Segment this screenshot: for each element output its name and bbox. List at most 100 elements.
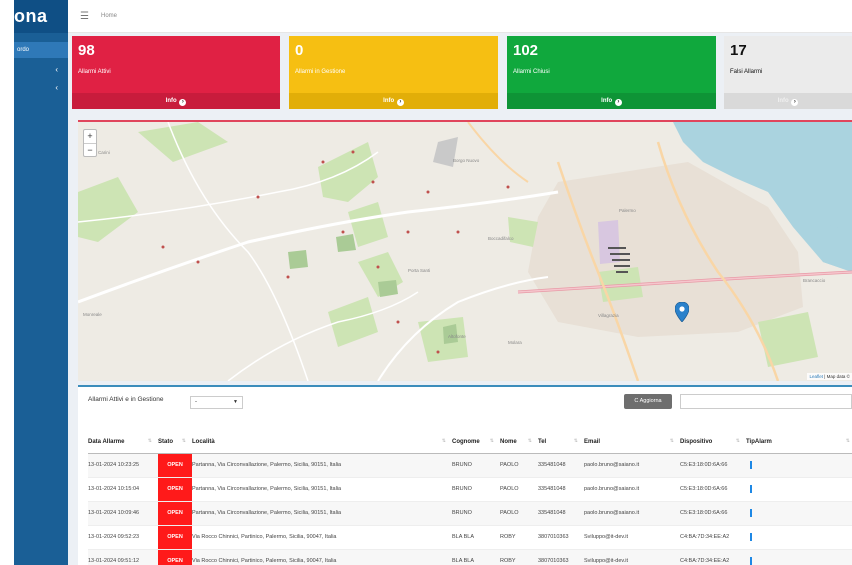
stat-value: 98	[78, 42, 95, 59]
column-label: Cognome	[452, 439, 480, 446]
svg-text:Molara: Molara	[508, 340, 522, 345]
cell-email: paolo.bruno@saiano.it	[584, 501, 680, 526]
stat-box-closed-alarms: 102 Allarmi Chiusi Info ›	[507, 36, 716, 109]
cell-name: PAOLO	[500, 477, 538, 502]
column-label: Tel	[538, 439, 547, 446]
zoom-control: + −	[83, 129, 97, 157]
zoom-out-button[interactable]: −	[84, 143, 96, 156]
cell-email: Sviluppo@it-dev.it	[584, 549, 680, 565]
map-marker-icon[interactable]	[675, 302, 689, 322]
top-navbar: ☰ Home	[68, 0, 852, 33]
column-header-name[interactable]: Nome ⇅	[500, 432, 538, 454]
cell-location: Via Rocco Chinnici, Partinico, Palermo, …	[192, 549, 452, 565]
stat-info-link[interactable]: Info ›	[72, 93, 280, 109]
alarm-type-indicator	[750, 557, 752, 565]
stat-info-link[interactable]: Info ›	[724, 93, 852, 109]
column-header-location[interactable]: Località ⇅	[192, 432, 452, 454]
column-header-state[interactable]: Stato ⇅	[158, 432, 192, 454]
stat-label: Allarmi Chiusi	[513, 69, 550, 75]
table-row[interactable]: 13-01-2024 09:52:23 OPEN Via Rocco Chinn…	[88, 525, 852, 550]
column-header-device[interactable]: Dispositivo ⇅	[680, 432, 746, 454]
sort-icon: ⇅	[527, 438, 532, 444]
cell-date: 13-01-2024 10:09:46	[88, 501, 158, 526]
cell-phone: 3807010363	[538, 549, 584, 565]
stat-value: 17	[730, 42, 747, 59]
sort-icon: ⇅	[441, 438, 446, 444]
sort-icon: ⇅	[845, 438, 850, 444]
cell-alarm-type	[746, 549, 852, 565]
svg-text:Carini: Carini	[98, 150, 110, 155]
info-link-label: Info	[383, 98, 395, 104]
table-row[interactable]: 13-01-2024 10:09:46 OPEN Partanna, Via C…	[88, 501, 852, 526]
svg-text:Boccadifalco: Boccadifalco	[488, 236, 514, 241]
cell-email: paolo.bruno@saiano.it	[584, 453, 680, 478]
search-input[interactable]	[680, 394, 852, 409]
filter-select[interactable]: - ▼	[190, 396, 243, 409]
leaflet-link[interactable]: Leaflet	[809, 374, 823, 379]
panel-title: Allarmi Attivi e in Gestione	[88, 396, 164, 403]
arrow-circle-right-icon: ›	[179, 99, 187, 106]
info-link-label: Info	[777, 98, 789, 104]
stat-box-active-alarms: 98 Allarmi Attivi Info ›	[72, 36, 280, 109]
caret-down-icon: ▼	[233, 399, 238, 405]
table-row[interactable]: 13-01-2024 09:51:12 OPEN Via Rocco Chinn…	[88, 549, 852, 565]
zoom-in-button[interactable]: +	[84, 130, 96, 143]
cell-name: ROBY	[500, 549, 538, 565]
column-label: Email	[584, 439, 601, 446]
brand-logo: ona	[14, 0, 68, 33]
column-label: Località	[192, 439, 215, 446]
alarm-type-indicator	[750, 533, 752, 541]
cell-device: C4:BA:7D:34:EE:A2	[680, 549, 746, 565]
alarm-type-indicator	[750, 509, 752, 517]
cell-email: Sviluppo@it-dev.it	[584, 525, 680, 550]
table-row[interactable]: 13-01-2024 10:15:04 OPEN Partanna, Via C…	[88, 477, 852, 502]
column-header-surname[interactable]: Cognome ⇅	[452, 432, 500, 454]
alarm-type-indicator	[750, 485, 752, 493]
column-header-date[interactable]: Data Allarme ⇅	[88, 432, 158, 454]
svg-text:Altofonte: Altofonte	[448, 334, 466, 339]
stat-box-false-alarms: 17 Falsi Allarmi Info ›	[724, 36, 852, 109]
arrow-circle-right-icon: ›	[396, 99, 404, 106]
sidebar-item-label: ordo	[17, 47, 30, 53]
column-header-alarm-type[interactable]: TipAlarm ⇅	[746, 432, 852, 454]
table-row[interactable]: 13-01-2024 10:23:25 OPEN Partanna, Via C…	[88, 453, 852, 478]
cell-device: C5:E3:18:0D:6A:66	[680, 453, 746, 478]
select-value: -	[195, 399, 197, 405]
cell-device: C5:E3:18:0D:6A:66	[680, 501, 746, 526]
column-header-phone[interactable]: Tel ⇅	[538, 432, 584, 454]
cell-alarm-type	[746, 453, 852, 478]
info-link-label: Info	[601, 98, 613, 104]
sidebar: ona ordo ‹ ‹	[14, 0, 68, 565]
cell-surname: BRUNO	[452, 453, 500, 478]
status-badge: OPEN	[158, 477, 192, 502]
sort-icon: ⇅	[489, 438, 494, 444]
column-label: Stato	[158, 439, 173, 446]
cell-email: paolo.bruno@saiano.it	[584, 477, 680, 502]
sidebar-item-dashboard[interactable]: ordo	[14, 42, 68, 58]
sidebar-item-collapsible-2[interactable]: ‹	[14, 80, 68, 96]
window-edge	[0, 0, 14, 565]
svg-text:Monreale: Monreale	[83, 312, 102, 317]
info-link-label: Info	[165, 98, 177, 104]
column-header-email[interactable]: Email ⇅	[584, 432, 680, 454]
sort-icon: ⇅	[573, 438, 578, 444]
breadcrumb[interactable]: Home	[101, 13, 117, 19]
cell-location: Partanna, Via Circonvallazione, Palermo,…	[192, 501, 452, 526]
status-badge: OPEN	[158, 525, 192, 550]
hamburger-menu-icon[interactable]: ☰	[80, 11, 89, 22]
cell-surname: BRUNO	[452, 501, 500, 526]
refresh-button[interactable]: C Aggiorna	[624, 394, 672, 409]
stat-info-link[interactable]: Info ›	[289, 93, 498, 109]
column-label: Dispositivo	[680, 439, 713, 446]
main-content: 98 Allarmi Attivi Info › 0 Allarmi in Ge…	[68, 33, 852, 565]
stat-label: Allarmi in Gestione	[295, 69, 346, 75]
arrow-circle-right-icon: ›	[614, 99, 622, 106]
cell-location: Partanna, Via Circonvallazione, Palermo,…	[192, 453, 452, 478]
status-badge: OPEN	[158, 453, 192, 478]
cell-phone: 335481048	[538, 453, 584, 478]
alarm-map[interactable]: Carini Borgo Nuovo Boccadifalco Porta Sa…	[78, 120, 852, 381]
cell-surname: BLA BLA	[452, 525, 500, 550]
sidebar-item-collapsible-1[interactable]: ‹	[14, 62, 68, 78]
stat-info-link[interactable]: Info ›	[507, 93, 716, 109]
alarm-type-indicator	[750, 461, 752, 469]
